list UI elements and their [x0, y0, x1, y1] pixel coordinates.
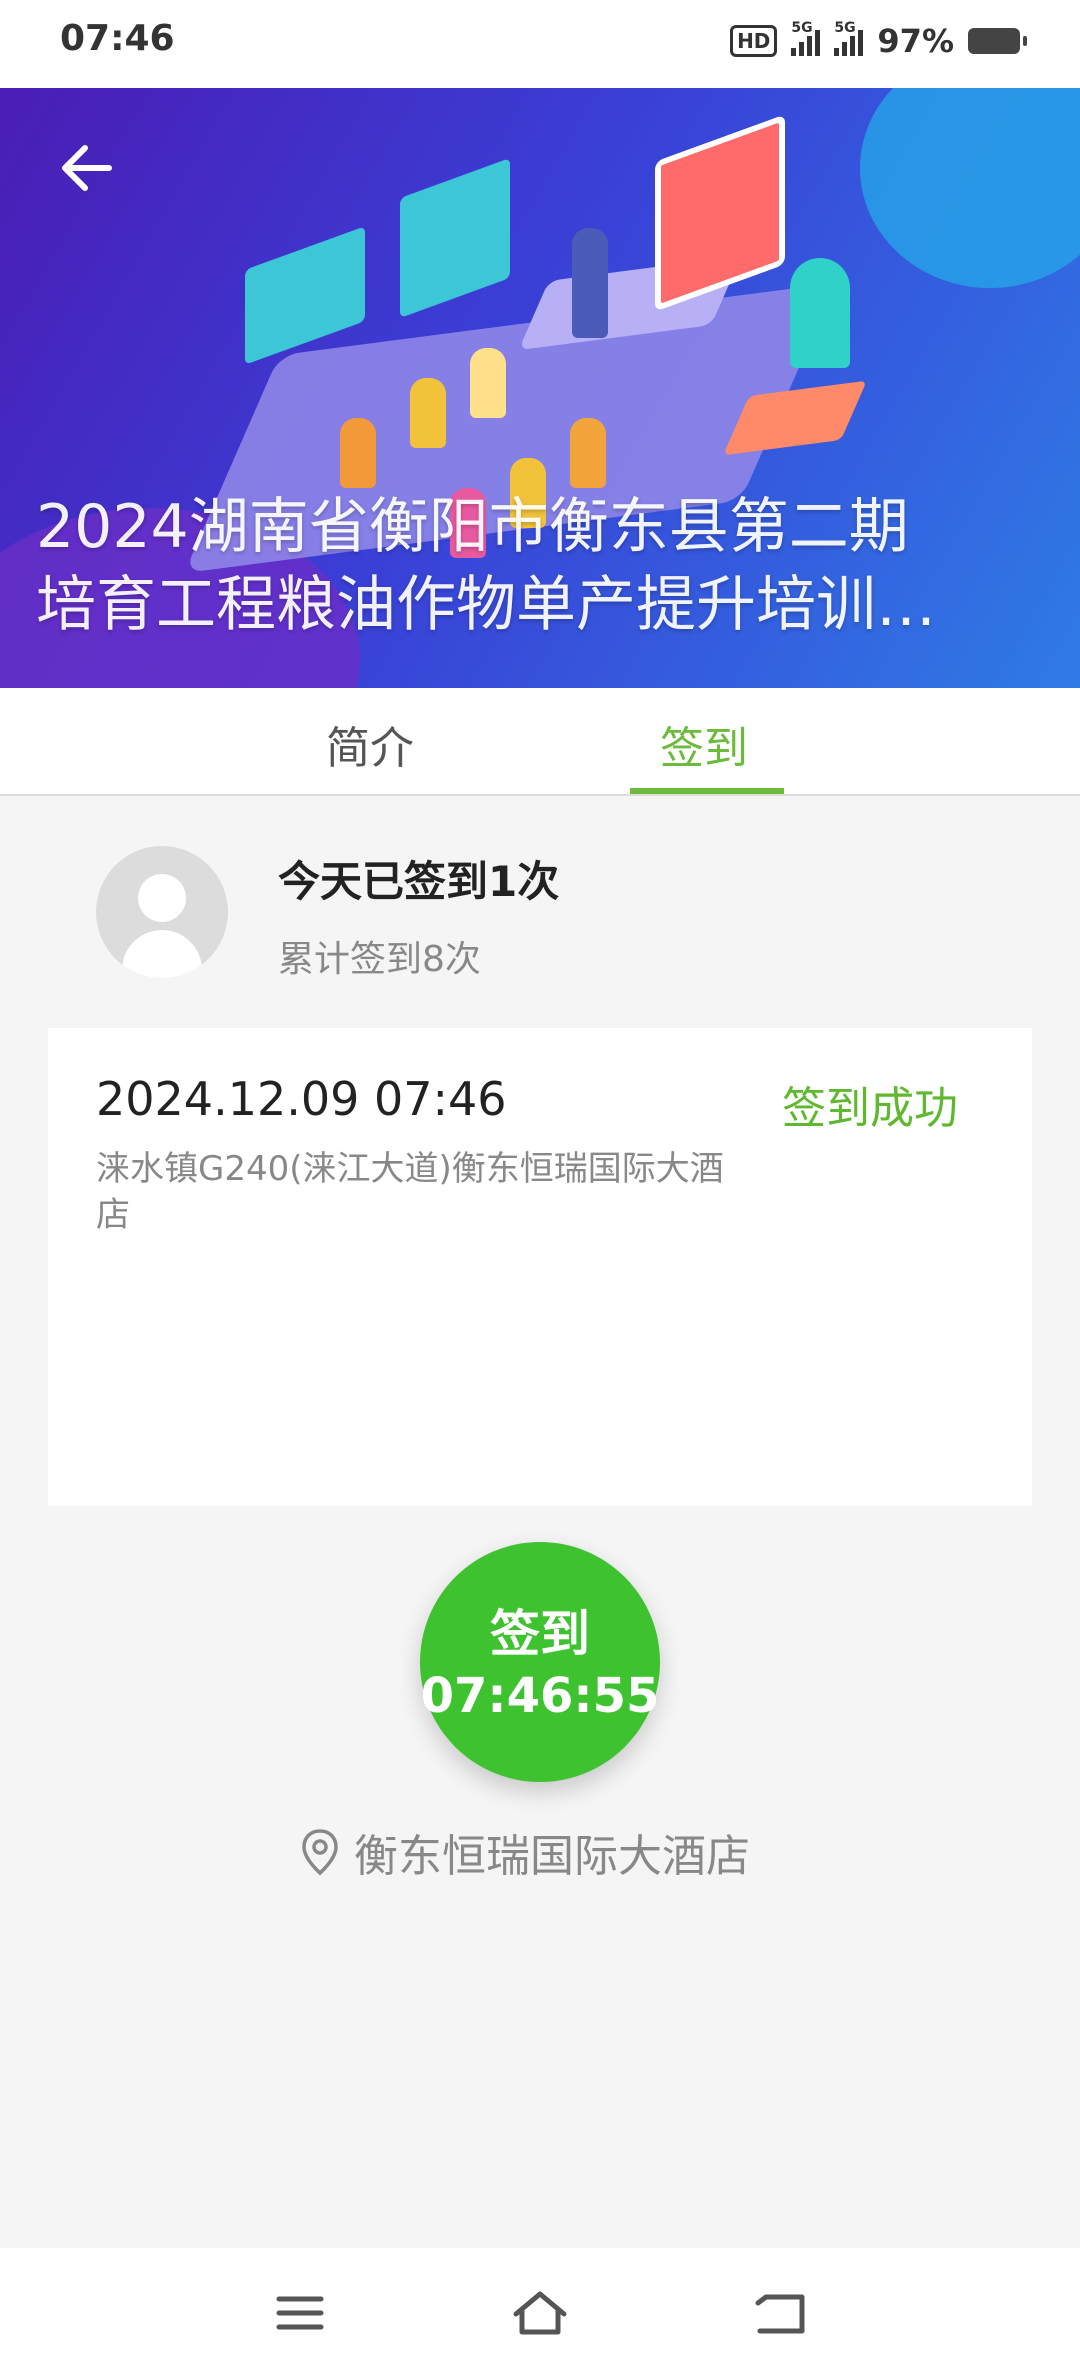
- banner-decoration: [860, 88, 1080, 288]
- status-bar: 07:46 HD 5G 5G 97%: [0, 0, 1080, 88]
- location-pin-icon: [302, 1829, 338, 1876]
- total-checkin-count: 累计签到8次: [278, 939, 481, 980]
- hd-icon: HD: [730, 25, 778, 57]
- status-time: 07:46: [60, 18, 175, 59]
- back-nav-button[interactable]: [740, 2278, 820, 2348]
- course-banner: 2024湖南省衡阳市衡东县第二期 培育工程粮油作物单产提升培训…: [0, 88, 1080, 688]
- illustration-screen: [655, 114, 785, 312]
- signal-icon-2: 5G: [834, 20, 864, 56]
- record-status: 签到成功: [782, 1083, 958, 1134]
- course-title-line2: 培育工程粮油作物单产提升培训…: [36, 570, 936, 640]
- tab-active-indicator: [630, 788, 784, 794]
- location-name: 衡东恒瑞国际大酒店: [354, 1831, 750, 1882]
- system-nav-bar: [0, 2248, 1080, 2376]
- tab-bar: 简介 签到: [0, 688, 1080, 796]
- illustration-plant: [790, 258, 850, 368]
- checkin-record-card: 2024.12.09 07:46 签到成功 涞水镇G240(涞江大道)衡东恒瑞国…: [48, 1028, 1032, 1506]
- record-datetime: 2024.12.09 07:46: [96, 1072, 507, 1126]
- illustration-person: [570, 418, 606, 488]
- checkin-button-label: 签到: [490, 1605, 590, 1663]
- home-icon: [513, 2291, 567, 2335]
- checkin-clock: 07:46:55: [420, 1668, 660, 1724]
- checkin-button[interactable]: 签到 07:46:55: [420, 1542, 660, 1782]
- current-location: 衡东恒瑞国际大酒店: [300, 1820, 750, 1884]
- avatar: [96, 846, 228, 978]
- status-icons: HD 5G 5G 97%: [730, 20, 1027, 60]
- battery-icon: [968, 28, 1027, 54]
- signal-icon: 5G: [791, 20, 821, 56]
- home-button[interactable]: [500, 2278, 580, 2348]
- back-icon: [755, 2294, 805, 2334]
- menu-button[interactable]: [260, 2278, 340, 2348]
- illustration-person: [572, 228, 608, 338]
- battery-percent: 97%: [877, 22, 954, 60]
- today-checkin-count: 今天已签到1次: [278, 857, 560, 906]
- tab-checkin[interactable]: 签到: [660, 712, 748, 776]
- illustration-person: [470, 348, 506, 418]
- tab-intro[interactable]: 简介: [326, 712, 414, 776]
- illustration-person: [410, 378, 446, 448]
- illustration-person: [340, 418, 376, 488]
- arrow-left-icon: [62, 145, 112, 191]
- illustration-screen: [400, 157, 510, 319]
- course-title: 2024湖南省衡阳市衡东县第二期 培育工程粮油作物单产提升培训…: [36, 488, 1046, 644]
- illustration-screen: [245, 226, 365, 365]
- back-button[interactable]: [46, 128, 126, 208]
- menu-icon: [276, 2296, 324, 2330]
- course-title-line1: 2024湖南省衡阳市衡东县第二期: [36, 492, 909, 562]
- record-address: 涞水镇G240(涞江大道)衡东恒瑞国际大酒店: [96, 1149, 724, 1235]
